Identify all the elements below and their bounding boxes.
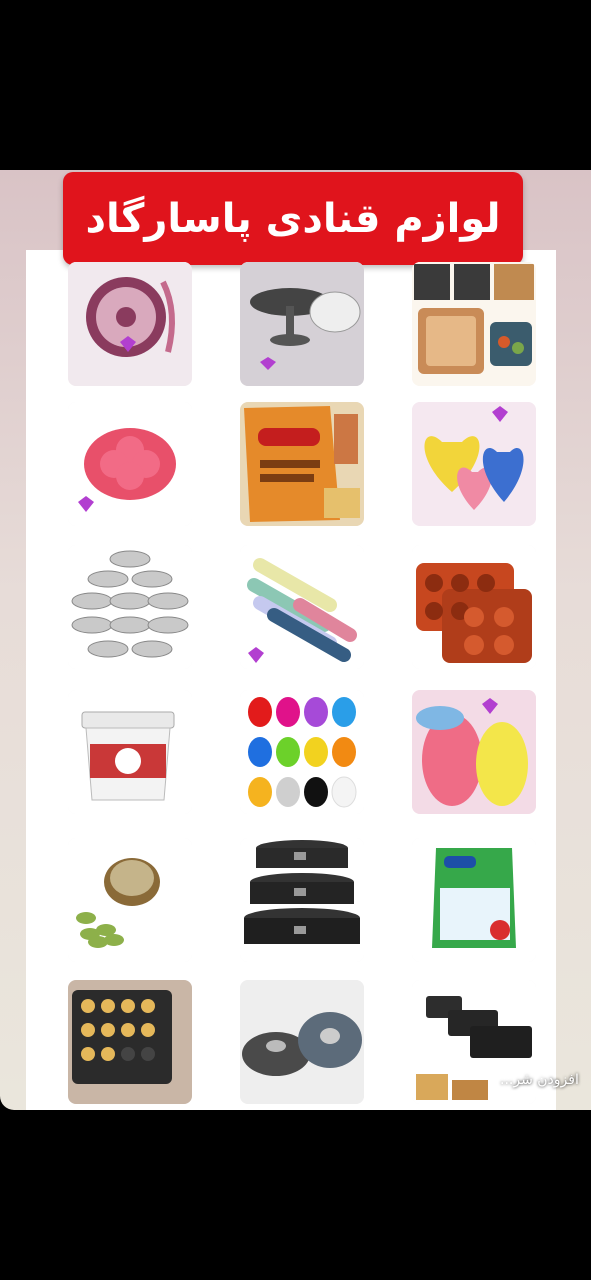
balloons-icon — [240, 690, 364, 814]
cardamom-powder-icon — [68, 838, 192, 962]
product-tile[interactable] — [412, 690, 536, 814]
bundt-pans-icon — [240, 980, 364, 1104]
product-tile[interactable] — [412, 838, 536, 962]
product-tile[interactable] — [68, 838, 192, 962]
product-tile[interactable] — [412, 262, 536, 386]
tealight-candles-icon — [68, 545, 192, 669]
product-tile[interactable] — [68, 690, 192, 814]
product-tile[interactable] — [240, 545, 364, 669]
cake-pan-pink-icon — [68, 262, 192, 386]
muffin-silicone-mold-icon — [412, 545, 536, 669]
product-tile[interactable] — [68, 402, 192, 526]
add-link-hint[interactable]: افزودن شر... — [500, 1072, 590, 1098]
product-tile[interactable] — [240, 838, 364, 962]
product-tile[interactable] — [240, 262, 364, 386]
product-tile[interactable] — [240, 690, 364, 814]
vermicelli-pack-icon — [240, 402, 364, 526]
product-tile[interactable] — [68, 262, 192, 386]
silicone-heart-mold-icon — [68, 402, 192, 526]
heart-silicone-molds-icon — [412, 402, 536, 526]
loaf-silicone-molds-icon — [412, 690, 536, 814]
product-tile[interactable] — [412, 545, 536, 669]
product-tile[interactable] — [68, 980, 192, 1104]
product-tile[interactable] — [240, 980, 364, 1104]
springform-pans-icon — [240, 838, 364, 962]
product-tile[interactable] — [412, 402, 536, 526]
cream-tub-icon — [68, 690, 192, 814]
fondant-rolls-icon — [240, 545, 364, 669]
product-tile[interactable] — [240, 402, 364, 526]
store-title: لوازم قنادی پاسارگاد — [85, 195, 501, 242]
mini-muffin-tray-icon — [68, 980, 192, 1104]
product-tile[interactable] — [68, 545, 192, 669]
square-baking-tray-icon — [412, 262, 536, 386]
powder-bag-icon — [412, 838, 536, 962]
cake-stand-icon — [240, 262, 364, 386]
store-banner: لوازم قنادی پاسارگاد — [63, 172, 523, 265]
